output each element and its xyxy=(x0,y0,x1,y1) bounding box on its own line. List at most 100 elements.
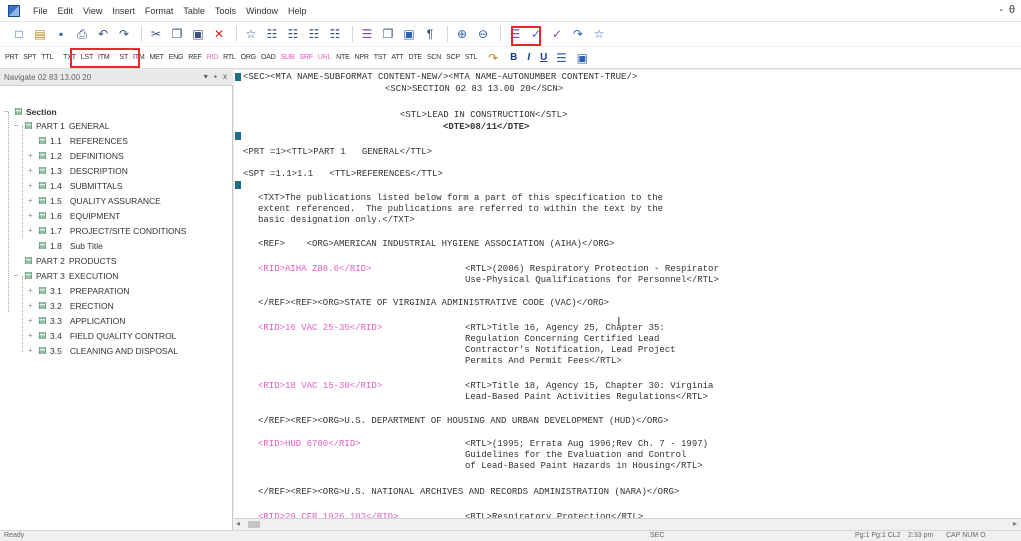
tree-item-3-1[interactable]: + ▤ 3.1 PREPARATION xyxy=(28,283,130,298)
tag-srf-button[interactable]: SRF xyxy=(297,48,314,68)
copy-icon[interactable]: ❐ xyxy=(168,25,186,43)
tree-item-part3[interactable]: − ▤ PART 3 EXECUTION xyxy=(14,268,118,283)
tree-item-1-8[interactable]: ▤ 1.8 Sub Title xyxy=(28,238,103,253)
expand-icon[interactable]: + xyxy=(28,166,36,175)
expand-icon[interactable]: + xyxy=(28,181,36,190)
menu-edit[interactable]: Edit xyxy=(53,0,79,22)
tree-item-3-5[interactable]: + ▤ 3.5 CLEANING AND DISPOSAL xyxy=(28,343,178,358)
tree-item-1-1[interactable]: ▤ 1.1 REFERENCES xyxy=(28,133,128,148)
align-icon[interactable]: ☰ xyxy=(552,49,570,67)
tree-item-1-3[interactable]: + ▤ 1.3 DESCRIPTION xyxy=(28,163,128,178)
expand-icon[interactable]: + xyxy=(28,346,36,355)
pilcrow-icon[interactable]: ¶ xyxy=(421,25,439,43)
expand-icon[interactable]: + xyxy=(28,151,36,160)
scroll-thumb[interactable] xyxy=(248,521,260,528)
tree-item-part1[interactable]: − ▤ PART 1 GENERAL xyxy=(14,118,109,133)
tree-item-1-5[interactable]: + ▤ 1.5 QUALITY ASSURANCE xyxy=(28,193,161,208)
tag-npr-button[interactable]: NPR xyxy=(353,48,371,68)
tag-scn-button[interactable]: SCN xyxy=(425,48,443,68)
tag-tst-button[interactable]: TST xyxy=(372,48,389,68)
redo-icon[interactable]: ↷ xyxy=(115,25,133,43)
binoculars-next-icon[interactable]: ☷ xyxy=(284,25,302,43)
binoculars-all-icon[interactable]: ☷ xyxy=(326,25,344,43)
tag-url-button[interactable]: URL xyxy=(316,48,333,68)
tag-rid-button[interactable]: RID xyxy=(205,48,220,68)
binoculars-prev-icon[interactable]: ☷ xyxy=(305,25,323,43)
collapse-icon[interactable]: − xyxy=(14,271,22,280)
expand-icon[interactable]: + xyxy=(28,331,36,340)
italic-button[interactable]: I xyxy=(527,52,530,63)
bold-button[interactable]: B xyxy=(510,52,517,63)
tag-met-button[interactable]: MET xyxy=(147,48,165,68)
scroll-left-icon[interactable]: ◂ xyxy=(236,519,240,528)
minimize-button[interactable]: - xyxy=(999,4,1003,16)
tag-nte-button[interactable]: NTE xyxy=(334,48,351,68)
find-icon[interactable]: ☆ xyxy=(242,25,260,43)
spellcheck-next-icon[interactable]: ✓ xyxy=(548,25,566,43)
table-insert-icon[interactable]: ☰ xyxy=(358,25,376,43)
collapse-icon[interactable]: − xyxy=(4,107,12,116)
zoom-out-icon[interactable]: ⊖ xyxy=(474,25,492,43)
menu-file[interactable]: File xyxy=(28,0,53,22)
binoculars-icon[interactable]: ☷ xyxy=(263,25,281,43)
expand-icon[interactable]: + xyxy=(28,316,36,325)
menu-view[interactable]: View xyxy=(78,0,107,22)
new-document-icon[interactable]: □ xyxy=(10,25,28,43)
menu-table[interactable]: Table xyxy=(178,0,210,22)
tag-att-button[interactable]: ATT xyxy=(389,48,405,68)
menu-window[interactable]: Window xyxy=(241,0,283,22)
tree-item-part2[interactable]: ▤ PART 2 PRODUCTS xyxy=(14,253,117,268)
tag-ttl-button[interactable]: TTL xyxy=(39,48,55,68)
delete-icon[interactable]: ✕ xyxy=(210,25,228,43)
print-icon[interactable]: ⎙ xyxy=(73,25,91,43)
paste-icon[interactable]: ▣ xyxy=(189,25,207,43)
tag-stl-button[interactable]: STL xyxy=(463,48,479,68)
tag-ref-button[interactable]: REF xyxy=(186,48,203,68)
open-folder-icon[interactable]: ▤ xyxy=(31,25,49,43)
tree-item-section[interactable]: − ▤ Section xyxy=(4,104,57,119)
menu-format[interactable]: Format xyxy=(140,0,179,22)
menu-insert[interactable]: Insert xyxy=(107,0,140,22)
format-icon[interactable]: ▣ xyxy=(400,25,418,43)
restore-button[interactable]: θ xyxy=(1009,4,1015,16)
part-icon: ▤ xyxy=(24,270,33,280)
scroll-right-icon[interactable]: ▸ xyxy=(1013,519,1017,528)
tree-item-1-2[interactable]: + ▤ 1.2 DEFINITIONS xyxy=(28,148,124,163)
pen-icon[interactable]: ↷ xyxy=(484,49,502,67)
tree-item-1-6[interactable]: + ▤ 1.6 EQUIPMENT xyxy=(28,208,120,223)
tag-eng-button[interactable]: ENG xyxy=(167,48,186,68)
tag-scp-button[interactable]: SCP xyxy=(444,48,462,68)
collapse-icon[interactable]: − xyxy=(14,121,22,130)
undo-icon[interactable]: ↶ xyxy=(94,25,112,43)
menu-tools[interactable]: Tools xyxy=(210,0,241,22)
tree-item-1-7[interactable]: + ▤ 1.7 PROJECT/SITE CONDITIONS xyxy=(28,223,186,238)
tag-org-button[interactable]: ORG xyxy=(239,48,258,68)
expand-icon[interactable]: + xyxy=(28,211,36,220)
navigator-controls[interactable]: ▾ ▪ x xyxy=(204,72,229,81)
tag-prt-button[interactable]: PRT xyxy=(3,48,20,68)
tag-rtl-button[interactable]: RTL xyxy=(221,48,238,68)
horizontal-scrollbar[interactable]: ◂ ▸ xyxy=(234,518,1021,530)
table-icon[interactable]: ▣ xyxy=(573,49,591,67)
expand-icon[interactable]: + xyxy=(28,301,36,310)
image-icon[interactable]: ❐ xyxy=(379,25,397,43)
tree-item-3-2[interactable]: + ▤ 3.2 ERECTION xyxy=(28,298,114,313)
expand-icon[interactable]: + xyxy=(28,226,36,235)
tree-item-3-4[interactable]: + ▤ 3.4 FIELD QUALITY CONTROL xyxy=(28,328,176,343)
underline-button[interactable]: U xyxy=(540,52,547,63)
cut-icon[interactable]: ✂ xyxy=(147,25,165,43)
expand-icon[interactable]: + xyxy=(28,286,36,295)
tag-sub-button[interactable]: SUB xyxy=(279,48,297,68)
tag-dte-button[interactable]: DTE xyxy=(407,48,424,68)
save-icon[interactable]: ▪ xyxy=(52,25,70,43)
menu-help[interactable]: Help xyxy=(283,0,312,22)
arrow-right-icon[interactable]: ↷ xyxy=(569,25,587,43)
expand-icon[interactable]: + xyxy=(28,196,36,205)
tree-item-1-4[interactable]: + ▤ 1.4 SUBMITTALS xyxy=(28,178,123,193)
tag-oad-button[interactable]: OAD xyxy=(259,48,278,68)
tree-item-3-3[interactable]: + ▤ 3.3 APPLICATION xyxy=(28,313,125,328)
document-editor[interactable]: <SEC><MTA NAME-SUBFORMAT CONTENT-NEW/><M… xyxy=(234,70,1021,518)
dropdown-icon[interactable]: ☆ xyxy=(590,25,608,43)
tag-spt-button[interactable]: SPT xyxy=(21,48,38,68)
zoom-in-icon[interactable]: ⊕ xyxy=(453,25,471,43)
